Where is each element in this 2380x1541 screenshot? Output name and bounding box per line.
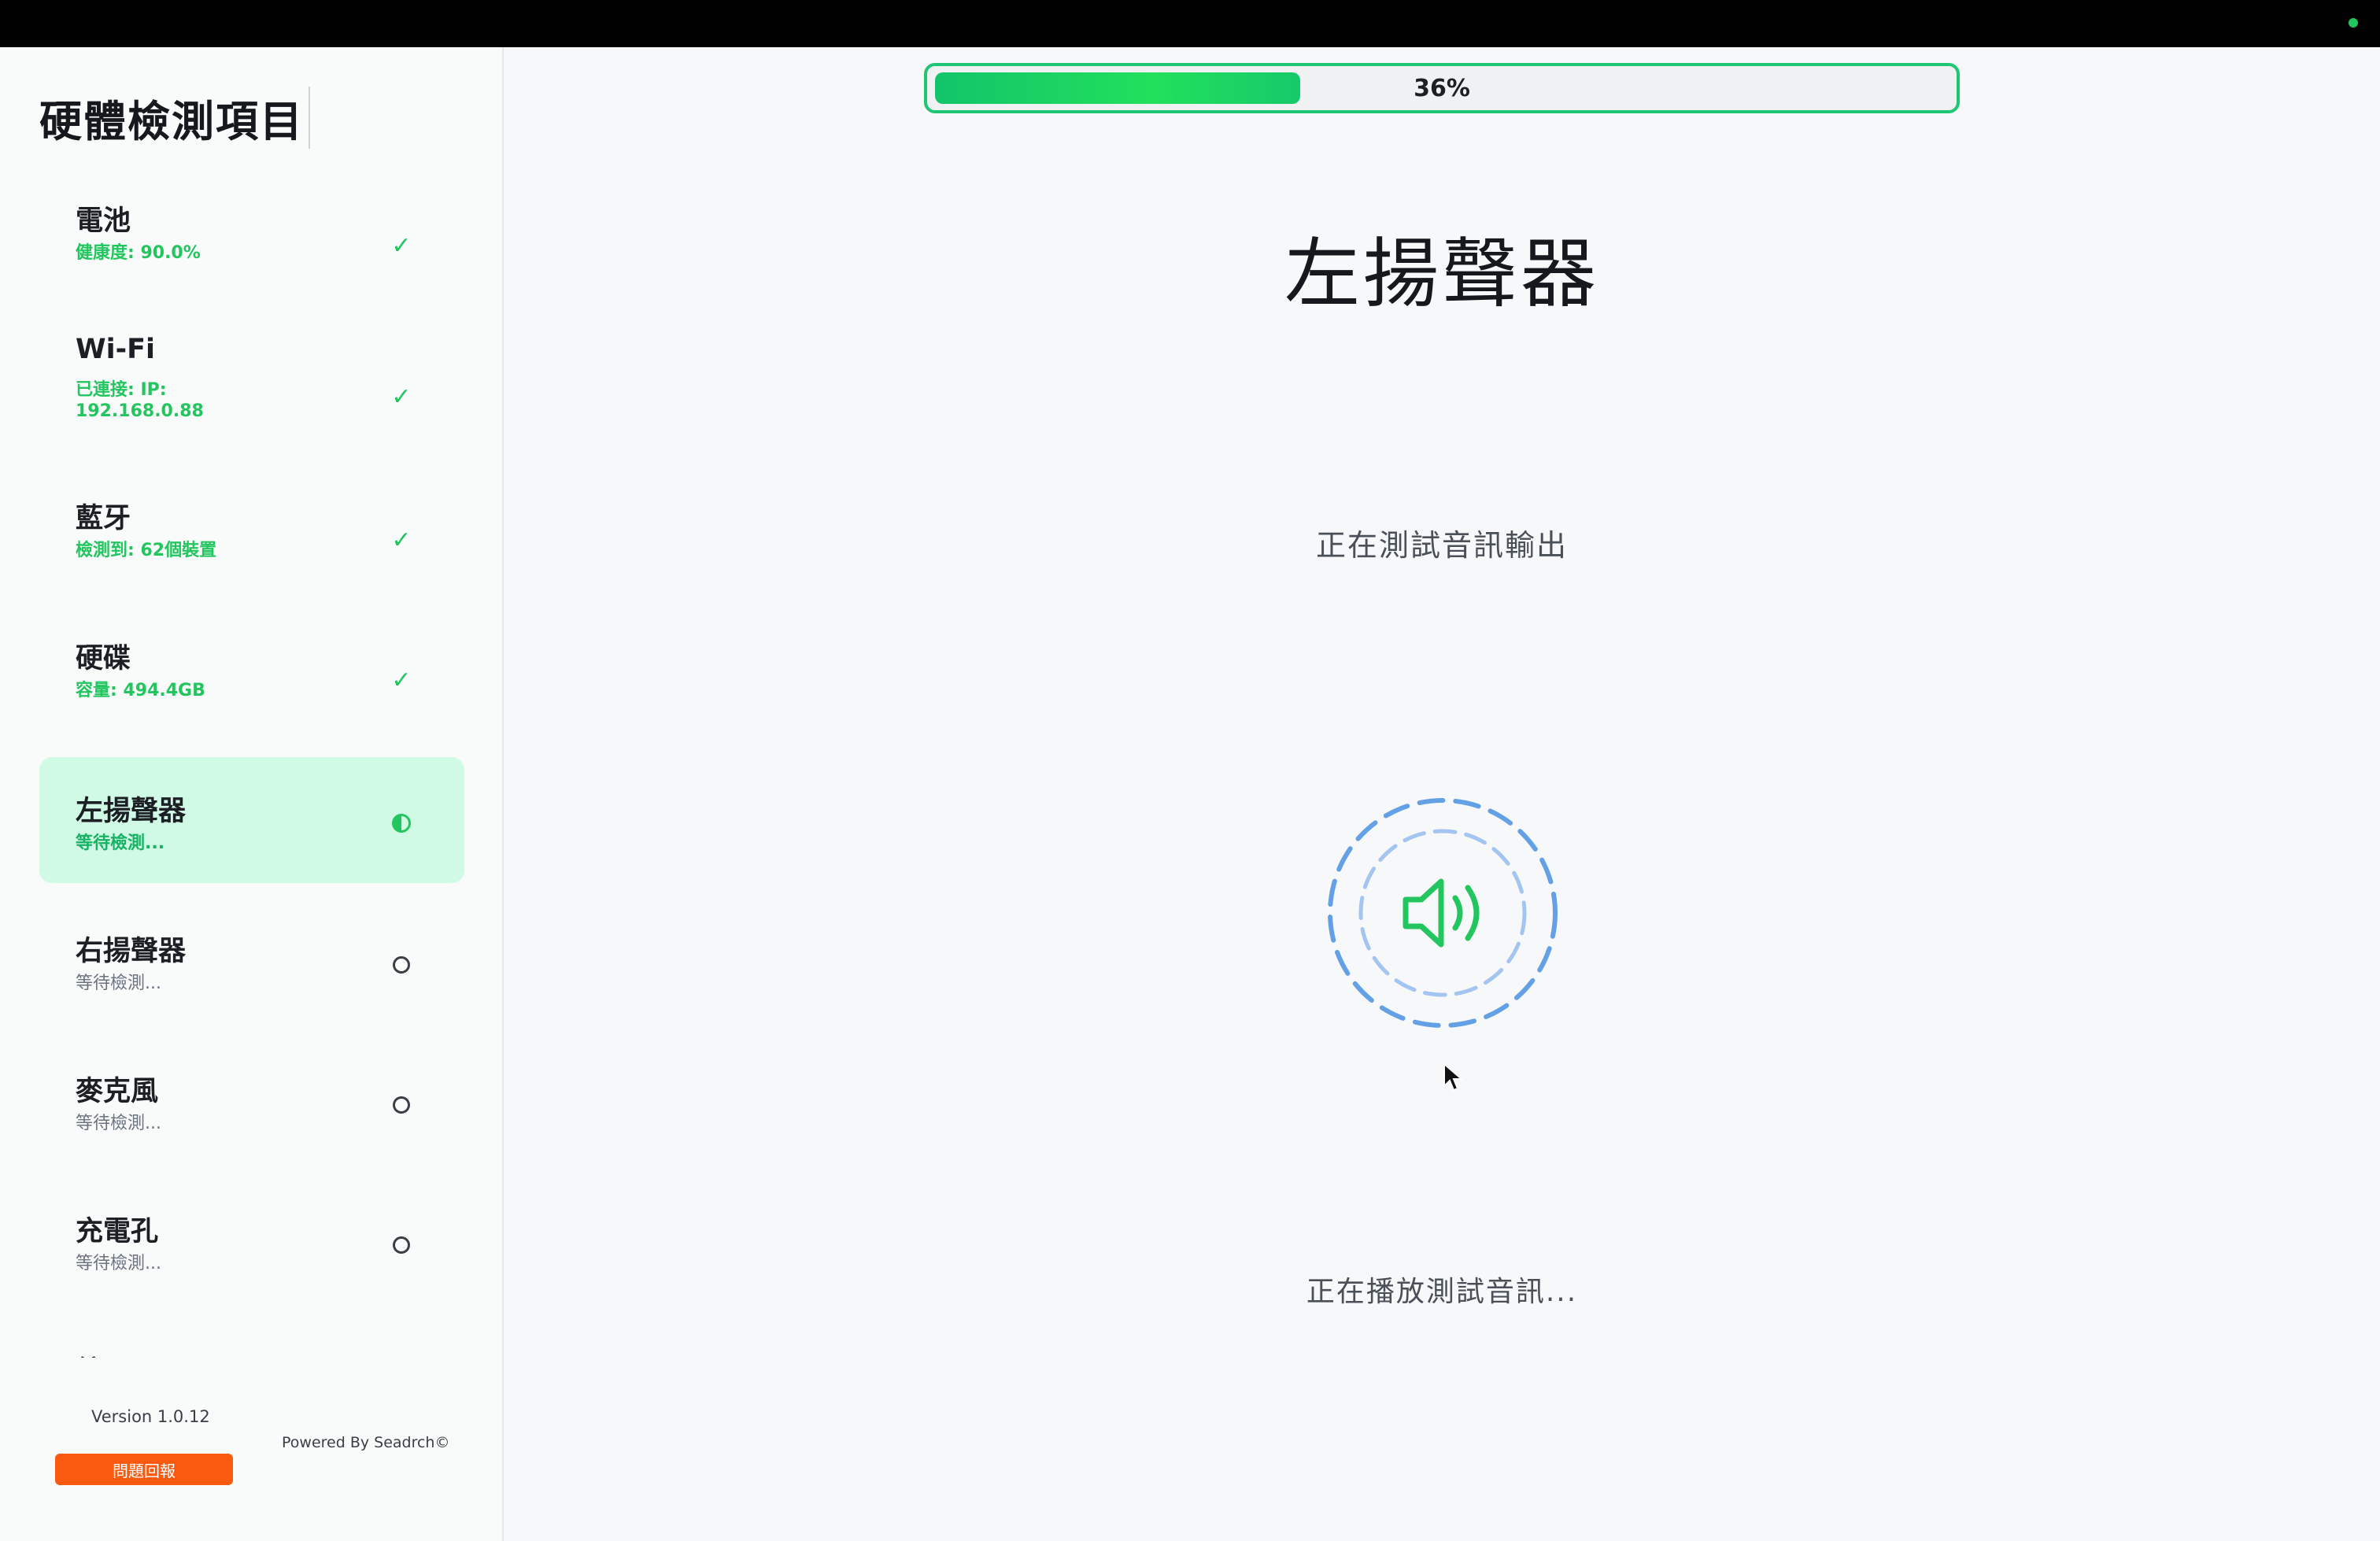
sidebar-item-bluetooth[interactable]: 藍牙 檢測到: 62個裝置 ✓ xyxy=(39,479,464,604)
progress-bar: 36% xyxy=(924,63,1960,113)
empty-circle-icon xyxy=(386,949,417,981)
item-name: 充電孔 xyxy=(76,1216,159,1247)
check-icon: ✓ xyxy=(391,382,412,411)
version-label: Version 1.0.12 xyxy=(91,1407,210,1426)
sidebar-item-wifi[interactable]: Wi-Fi 已連接: IP: 192.168.0.88 ✓ xyxy=(39,315,464,464)
item-status: 已連接: IP: 192.168.0.88 xyxy=(76,380,204,421)
item-status: 等待檢測... xyxy=(76,1254,161,1273)
item-status: 等待檢測... xyxy=(76,833,165,853)
sidebar-item-right-speaker[interactable]: 右揚聲器 等待檢測... xyxy=(39,897,464,1023)
item-name: 鏡頭 xyxy=(76,1349,131,1358)
check-icon: ✓ xyxy=(391,666,412,694)
test-item-list[interactable]: 電池 健康度: 90.0% ✓ Wi-Fi 已連接: IP: 192.168.0… xyxy=(39,181,464,1358)
item-status: 檢測到: 62個裝置 xyxy=(76,541,217,560)
sidebar-item-battery[interactable]: 電池 健康度: 90.0% ✓ xyxy=(39,181,464,307)
sidebar-item-microphone[interactable]: 麥克風 等待檢測... xyxy=(39,1037,464,1163)
mouse-cursor-icon xyxy=(1443,1062,1464,1092)
item-name: 麥克風 xyxy=(76,1076,159,1107)
check-icon: ✓ xyxy=(391,526,412,554)
sidebar-item-left-speaker[interactable]: 左揚聲器 等待檢測... xyxy=(39,757,464,883)
check-icon: ✓ xyxy=(391,231,412,260)
empty-circle-icon xyxy=(386,1229,417,1261)
report-issue-button[interactable]: 問題回報 xyxy=(55,1454,233,1485)
item-name: 藍牙 xyxy=(76,503,131,534)
powered-by-label: Powered By Seadrch© xyxy=(282,1434,450,1451)
sidebar-item-camera[interactable]: 鏡頭 xyxy=(39,1317,464,1358)
progress-label: 36% xyxy=(1414,74,1470,102)
half-circle-icon xyxy=(386,807,417,839)
item-name: 電池 xyxy=(76,205,131,237)
item-name: Wi-Fi xyxy=(76,334,156,365)
sidebar-item-disk[interactable]: 硬碟 容量: 494.4GB ✓ xyxy=(39,619,464,745)
item-name: 左揚聲器 xyxy=(76,796,187,827)
item-status: 等待檢測... xyxy=(76,1114,161,1133)
sidebar-item-charging-port[interactable]: 充電孔 等待檢測... xyxy=(39,1177,464,1303)
speaker-icon xyxy=(1402,878,1480,948)
top-bar xyxy=(0,0,2380,47)
item-status: 容量: 494.4GB xyxy=(76,681,205,700)
item-name: 右揚聲器 xyxy=(76,936,187,967)
speaker-animation xyxy=(1328,798,1558,1028)
item-status: 健康度: 90.0% xyxy=(76,243,201,263)
sidebar: 硬體檢測項目 電池 健康度: 90.0% ✓ Wi-Fi 已連接: IP: 19… xyxy=(0,47,504,1541)
sidebar-title: 硬體檢測項目 xyxy=(39,87,310,149)
page-subtitle: 正在測試音訊輸出 xyxy=(1315,528,1568,563)
item-status: 等待檢測... xyxy=(76,974,161,993)
item-name: 硬碟 xyxy=(76,643,131,674)
playing-status: 正在播放測試音訊... xyxy=(1306,1276,1578,1308)
empty-circle-icon xyxy=(386,1089,417,1121)
page-title: 左揚聲器 xyxy=(1284,230,1599,318)
status-dot-icon xyxy=(2349,18,2358,28)
